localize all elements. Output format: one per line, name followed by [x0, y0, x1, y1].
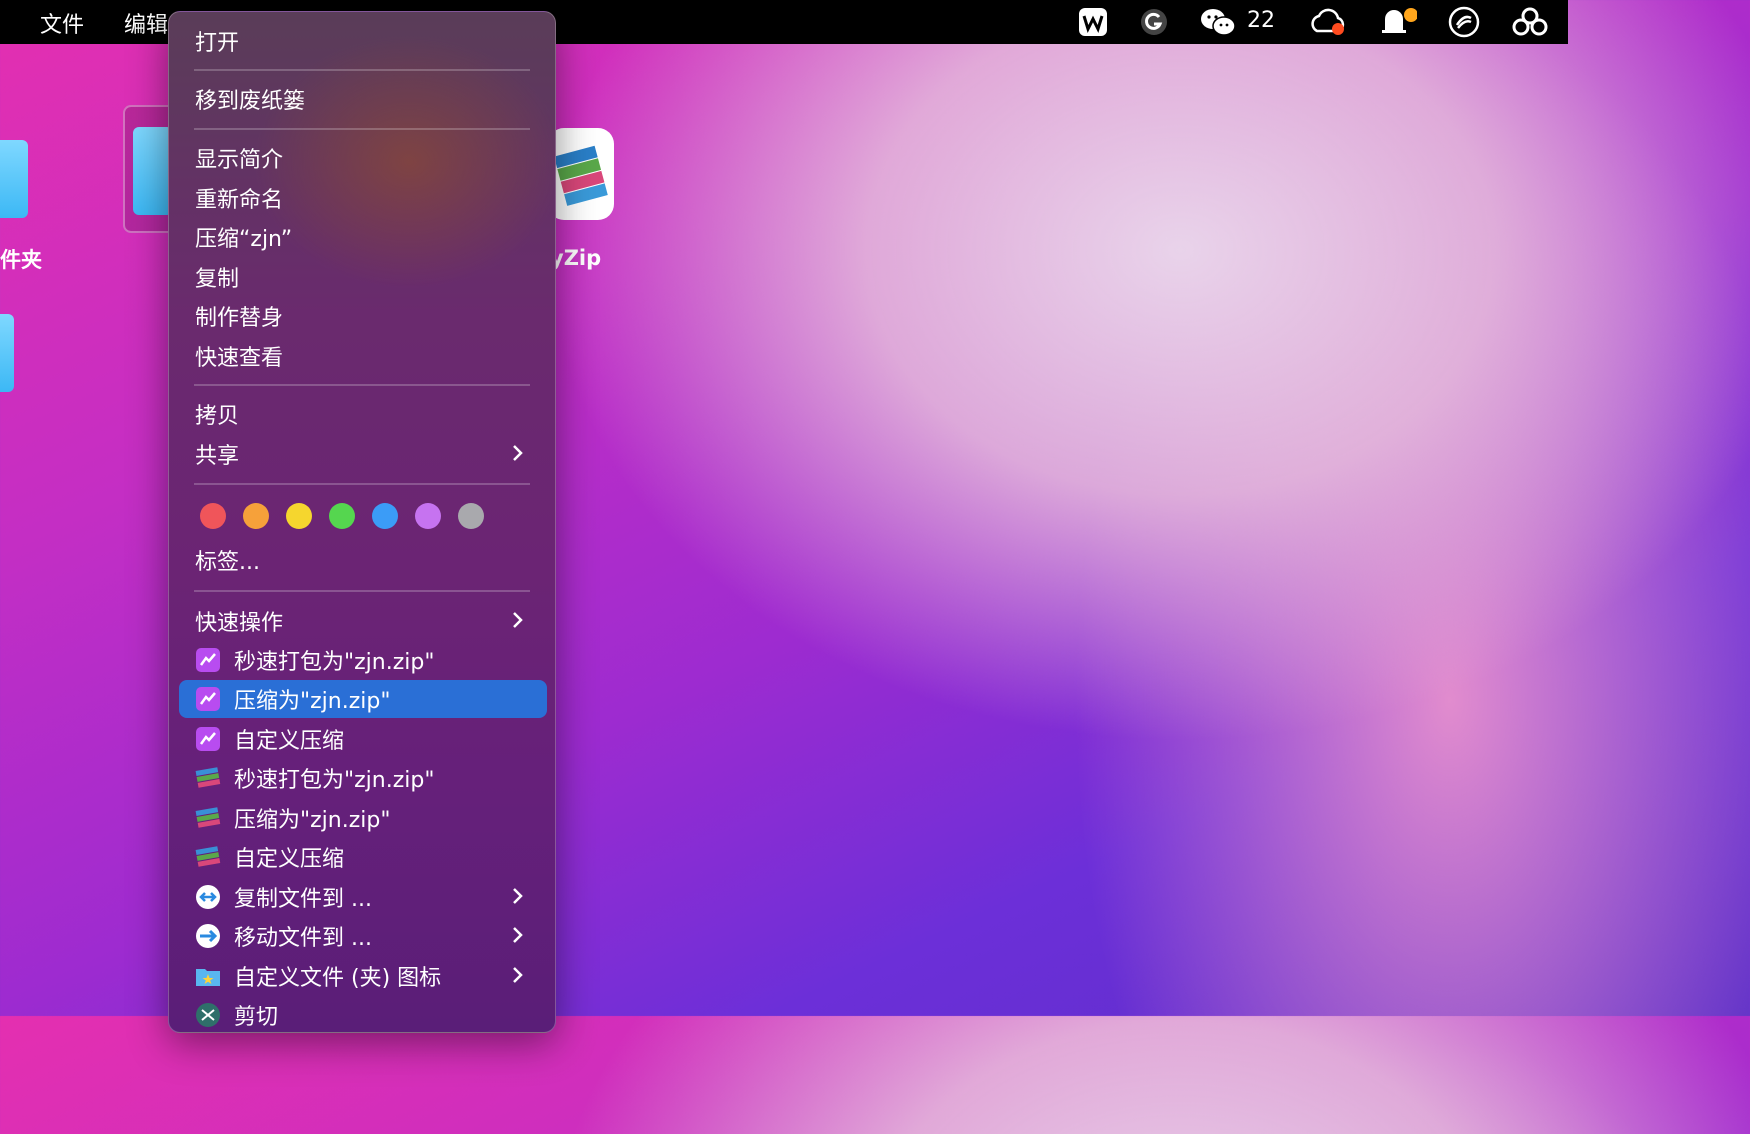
chevron-right-icon [513, 445, 523, 461]
menu-item-rename[interactable]: 重新命名 [179, 179, 547, 217]
menu-item-label: 移到废纸篓 [195, 89, 306, 114]
ezip-icon [196, 648, 220, 672]
menu-item-books-custom[interactable]: 自定义压缩 [179, 838, 547, 876]
menu-item-books-compress[interactable]: 压缩为"zjn.zip" [179, 799, 547, 837]
w-app-icon[interactable] [1077, 6, 1109, 38]
menu-item-label: 秒速打包为"zjn.zip" [234, 768, 435, 793]
menu-item-label: 剪切 [234, 1005, 279, 1030]
ezip-icon [196, 687, 220, 711]
menu-item-label: 秒速打包为"zjn.zip" [234, 650, 435, 675]
notification-icon[interactable] [1378, 6, 1418, 38]
menu-item-label: 复制文件到 ... [234, 887, 372, 912]
menu-item-label: 压缩为"zjn.zip" [234, 808, 391, 833]
menu-item-compress[interactable]: 压缩“zjn” [179, 218, 547, 256]
menu-item-quick-look[interactable]: 快速查看 [179, 337, 547, 375]
desktop-folder-icon[interactable] [0, 140, 28, 218]
folder-star-icon [196, 969, 220, 986]
tag-green-dot[interactable] [329, 503, 355, 529]
chevron-right-icon [513, 927, 523, 943]
menu-item-duplicate[interactable]: 复制 [179, 258, 547, 296]
menu-item-cut[interactable]: 剪切 [179, 996, 547, 1034]
baidu-netdisk-icon[interactable] [1512, 6, 1548, 38]
books-icon [195, 767, 221, 788]
menu-item-label: 快速操作 [195, 611, 284, 636]
menu-separator [194, 69, 530, 71]
context-menu: 打开 移到废纸篓 显示简介 重新命名 压缩“zjn” 复制 制作替身 快速查看 … [168, 11, 556, 1033]
books-app-icon [554, 145, 608, 206]
desktop-folder-label: 件夹 [0, 248, 42, 272]
menu-item-books-quick-pack[interactable]: 秒速打包为"zjn.zip" [179, 759, 547, 797]
menu-item-label: 自定义压缩 [234, 847, 345, 872]
app-label: yZip [550, 246, 602, 270]
menu-item-label: 标签... [195, 550, 260, 575]
menu-separator [194, 128, 530, 130]
desktop-folder-icon[interactable] [0, 314, 14, 392]
menu-item-label: 自定义压缩 [234, 729, 345, 754]
chevron-right-icon [513, 612, 523, 628]
tag-gray-dot[interactable] [458, 503, 484, 529]
app-icon[interactable] [548, 128, 614, 220]
tag-blue-dot[interactable] [372, 503, 398, 529]
menu-item-move-to-trash[interactable]: 移到废纸篓 [179, 80, 547, 118]
menu-item-label: 快速查看 [195, 346, 284, 371]
menu-item-copy[interactable]: 拷贝 [179, 395, 547, 433]
tag-yellow-dot[interactable] [286, 503, 312, 529]
ezip-icon [196, 727, 220, 751]
menu-item-open[interactable]: 打开 [179, 22, 547, 60]
scroll-app-icon[interactable] [1448, 6, 1480, 38]
menu-item-share[interactable]: 共享 [179, 435, 547, 473]
menu-item-label: 打开 [195, 31, 240, 56]
menu-item-ezip-compress[interactable]: 压缩为"zjn.zip" [179, 680, 547, 718]
chevron-right-icon [513, 967, 523, 983]
menu-edit[interactable]: 编辑 [124, 7, 168, 39]
books-icon [195, 807, 221, 828]
chevron-right-icon [513, 888, 523, 904]
tag-purple-dot[interactable] [415, 503, 441, 529]
menu-item-label: 移动文件到 ... [234, 926, 372, 951]
menu-separator [194, 483, 530, 485]
menu-item-make-alias[interactable]: 制作替身 [179, 297, 547, 335]
selected-folder-icon [133, 127, 173, 215]
menu-item-tags[interactable]: 标签... [179, 541, 547, 579]
tag-red-dot[interactable] [200, 503, 226, 529]
menu-item-label: 制作替身 [195, 306, 284, 331]
menu-item-copy-files-to[interactable]: 复制文件到 ... [179, 878, 547, 916]
menu-item-label: 自定义文件 (夹) 图标 [234, 966, 442, 991]
g-app-icon[interactable] [1138, 6, 1170, 38]
menu-separator [194, 590, 530, 592]
menu-file[interactable]: 文件 [40, 7, 84, 39]
menu-item-ezip-custom[interactable]: 自定义压缩 [179, 720, 547, 758]
menu-item-label: 复制 [195, 267, 240, 292]
wechat-count: 22 [1247, 8, 1275, 33]
menu-item-label: 压缩“zjn” [195, 227, 293, 252]
cloud-sync-icon[interactable] [1308, 6, 1348, 38]
menu-item-label: 显示简介 [195, 148, 284, 173]
menu-item-get-info[interactable]: 显示简介 [179, 139, 547, 177]
wechat-icon[interactable] [1198, 6, 1238, 38]
menu-item-quick-actions[interactable]: 快速操作 [179, 602, 547, 640]
menu-item-label: 重新命名 [195, 188, 284, 213]
tag-orange-dot[interactable] [243, 503, 269, 529]
menu-item-move-files-to[interactable]: 移动文件到 ... [179, 917, 547, 955]
menu-item-label: 压缩为"zjn.zip" [234, 689, 391, 714]
move-arrow-icon [196, 924, 220, 948]
menu-separator [194, 384, 530, 386]
copy-arrow-icon [196, 885, 220, 909]
books-icon [195, 846, 221, 867]
menu-item-ezip-quick-pack[interactable]: 秒速打包为"zjn.zip" [179, 641, 547, 679]
menu-item-label: 共享 [195, 444, 240, 469]
menu-item-label: 拷贝 [195, 404, 240, 429]
menu-item-custom-folder-icon[interactable]: 自定义文件 (夹) 图标 [179, 957, 547, 995]
scissors-icon [196, 1003, 220, 1027]
